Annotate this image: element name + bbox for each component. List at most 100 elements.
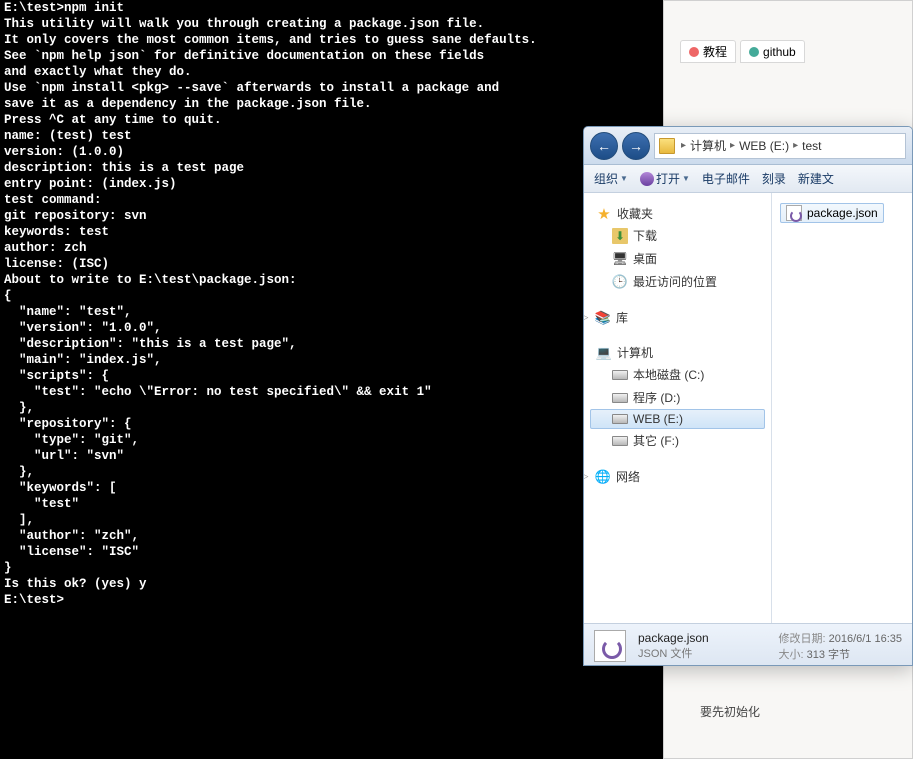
sidebar-favorites-head[interactable]: 收藏夹 (590, 203, 765, 224)
terminal-line: See `npm help json` for definitive docum… (4, 48, 659, 64)
background-note: 要先初始化 (700, 703, 760, 720)
terminal-line: "url": "svn" (4, 448, 659, 464)
sidebar-group-network: 网络 (590, 466, 765, 487)
terminal-line: "name": "test", (4, 304, 659, 320)
sidebar-item-downloads[interactable]: 下载 (590, 224, 765, 247)
sidebar-item-disk-e[interactable]: WEB (E:) (590, 409, 765, 429)
breadcrumb-folder[interactable]: test (800, 139, 823, 153)
terminal-line: Is this ok? (yes) y (4, 576, 659, 592)
bg-tab-github[interactable]: github (740, 40, 805, 63)
dot-icon (749, 47, 759, 57)
terminal-line: "author": "zch", (4, 528, 659, 544)
open-icon (640, 172, 654, 186)
breadcrumb[interactable]: ▸ 计算机 ▸ WEB (E:) ▸ test (654, 133, 906, 159)
sidebar-computer-head[interactable]: 计算机 (590, 342, 765, 363)
terminal-line: "repository": { (4, 416, 659, 432)
status-size-value: 313 字节 (807, 649, 850, 661)
terminal-line: "test" (4, 496, 659, 512)
explorer-window: ← → ▸ 计算机 ▸ WEB (E:) ▸ test 组织 ▼ 打开 ▼ 电子… (583, 126, 913, 666)
status-date-label: 修改日期: (778, 633, 825, 645)
bg-tab-label: 教程 (703, 43, 727, 60)
explorer-statusbar: package.json JSON 文件 修改日期: 2016/6/1 16:3… (584, 623, 912, 666)
terminal-line: This utility will walk you through creat… (4, 16, 659, 32)
background-tabs: 教程 github (680, 40, 805, 63)
menu-organize[interactable]: 组织 ▼ (594, 170, 628, 187)
sidebar-label: 最近访问的位置 (633, 273, 717, 290)
sidebar-label: 收藏夹 (617, 205, 653, 222)
terminal-line: entry point: (index.js) (4, 176, 659, 192)
disk-icon (612, 414, 628, 424)
sidebar-label: 网络 (616, 468, 640, 485)
network-icon (595, 469, 611, 485)
sidebar-group-favorites: 收藏夹 下载 桌面 最近访问的位置 (590, 203, 765, 293)
sidebar-network-head[interactable]: 网络 (590, 466, 765, 487)
menu-open[interactable]: 打开 ▼ (640, 170, 690, 187)
sidebar-label: 桌面 (633, 250, 657, 267)
terminal-line: description: this is a test page (4, 160, 659, 176)
terminal-line: E:\test>npm init (4, 0, 659, 16)
breadcrumb-drive[interactable]: WEB (E:) (737, 139, 791, 153)
terminal-line: About to write to E:\test\package.json: (4, 272, 659, 288)
explorer-toolbar: 组织 ▼ 打开 ▼ 电子邮件 刻录 新建文 (584, 165, 912, 193)
terminal-line: Use `npm install <pkg> --save` afterward… (4, 80, 659, 96)
terminal-line: license: (ISC) (4, 256, 659, 272)
dot-icon (689, 47, 699, 57)
terminal-line: It only covers the most common items, an… (4, 32, 659, 48)
terminal-line: "type": "git", (4, 432, 659, 448)
sidebar-item-disk-d[interactable]: 程序 (D:) (590, 386, 765, 409)
sidebar-label: 计算机 (617, 344, 653, 361)
disk-icon (612, 393, 628, 403)
menu-label: 组织 (594, 170, 618, 187)
folder-icon (659, 138, 675, 154)
terminal-line: git repository: svn (4, 208, 659, 224)
status-details: 修改日期: 2016/6/1 16:35 大小: 313 字节 (778, 630, 902, 662)
terminal[interactable]: E:\test>npm initThis utility will walk y… (0, 0, 663, 759)
status-filename: package.json (638, 631, 709, 645)
breadcrumb-computer[interactable]: 计算机 (688, 137, 728, 154)
terminal-line: }, (4, 400, 659, 416)
status-date-value: 2016/6/1 16:35 (829, 633, 902, 645)
terminal-line: ], (4, 512, 659, 528)
terminal-line: E:\test> (4, 592, 659, 608)
sidebar-item-desktop[interactable]: 桌面 (590, 247, 765, 270)
disk-icon (612, 436, 628, 446)
sidebar-item-disk-f[interactable]: 其它 (F:) (590, 429, 765, 452)
sidebar-label: 本地磁盘 (C:) (633, 366, 704, 383)
terminal-line: }, (4, 464, 659, 480)
terminal-line: and exactly what they do. (4, 64, 659, 80)
menu-newfile[interactable]: 新建文 (798, 170, 834, 187)
terminal-line: "scripts": { (4, 368, 659, 384)
sidebar-libraries-head[interactable]: 库 (590, 307, 765, 328)
bg-tab-tutorial[interactable]: 教程 (680, 40, 736, 63)
terminal-line: Press ^C at any time to quit. (4, 112, 659, 128)
sidebar-item-recent[interactable]: 最近访问的位置 (590, 270, 765, 293)
sidebar-label: WEB (E:) (633, 412, 683, 426)
json-file-icon (594, 630, 626, 662)
explorer-nav-bar: ← → ▸ 计算机 ▸ WEB (E:) ▸ test (584, 127, 912, 165)
expand-icon (583, 310, 590, 326)
terminal-line: author: zch (4, 240, 659, 256)
download-icon (612, 228, 628, 244)
terminal-line: "keywords": [ (4, 480, 659, 496)
terminal-line: "test": "echo \"Error: no test specified… (4, 384, 659, 400)
menu-label: 新建文 (798, 170, 834, 187)
sidebar-label: 其它 (F:) (633, 432, 679, 449)
file-item-package-json[interactable]: package.json (780, 203, 884, 223)
terminal-line: keywords: test (4, 224, 659, 240)
menu-email[interactable]: 电子邮件 (702, 170, 750, 187)
sidebar-group-computer: 计算机 本地磁盘 (C:) 程序 (D:) WEB (E:) 其它 (F:) (590, 342, 765, 452)
chevron-down-icon: ▼ (682, 174, 690, 183)
menu-label: 刻录 (762, 170, 786, 187)
status-size-label: 大小: (778, 649, 803, 661)
bg-tab-label: github (763, 45, 796, 59)
nav-back-button[interactable]: ← (590, 132, 618, 160)
nav-forward-button[interactable]: → (622, 132, 650, 160)
menu-label: 打开 (656, 170, 680, 187)
sidebar-item-disk-c[interactable]: 本地磁盘 (C:) (590, 363, 765, 386)
menu-burn[interactable]: 刻录 (762, 170, 786, 187)
file-list[interactable]: package.json (772, 193, 912, 623)
terminal-line: save it as a dependency in the package.j… (4, 96, 659, 112)
json-file-icon (786, 205, 802, 221)
desktop-icon (612, 251, 628, 267)
library-icon (595, 310, 611, 326)
